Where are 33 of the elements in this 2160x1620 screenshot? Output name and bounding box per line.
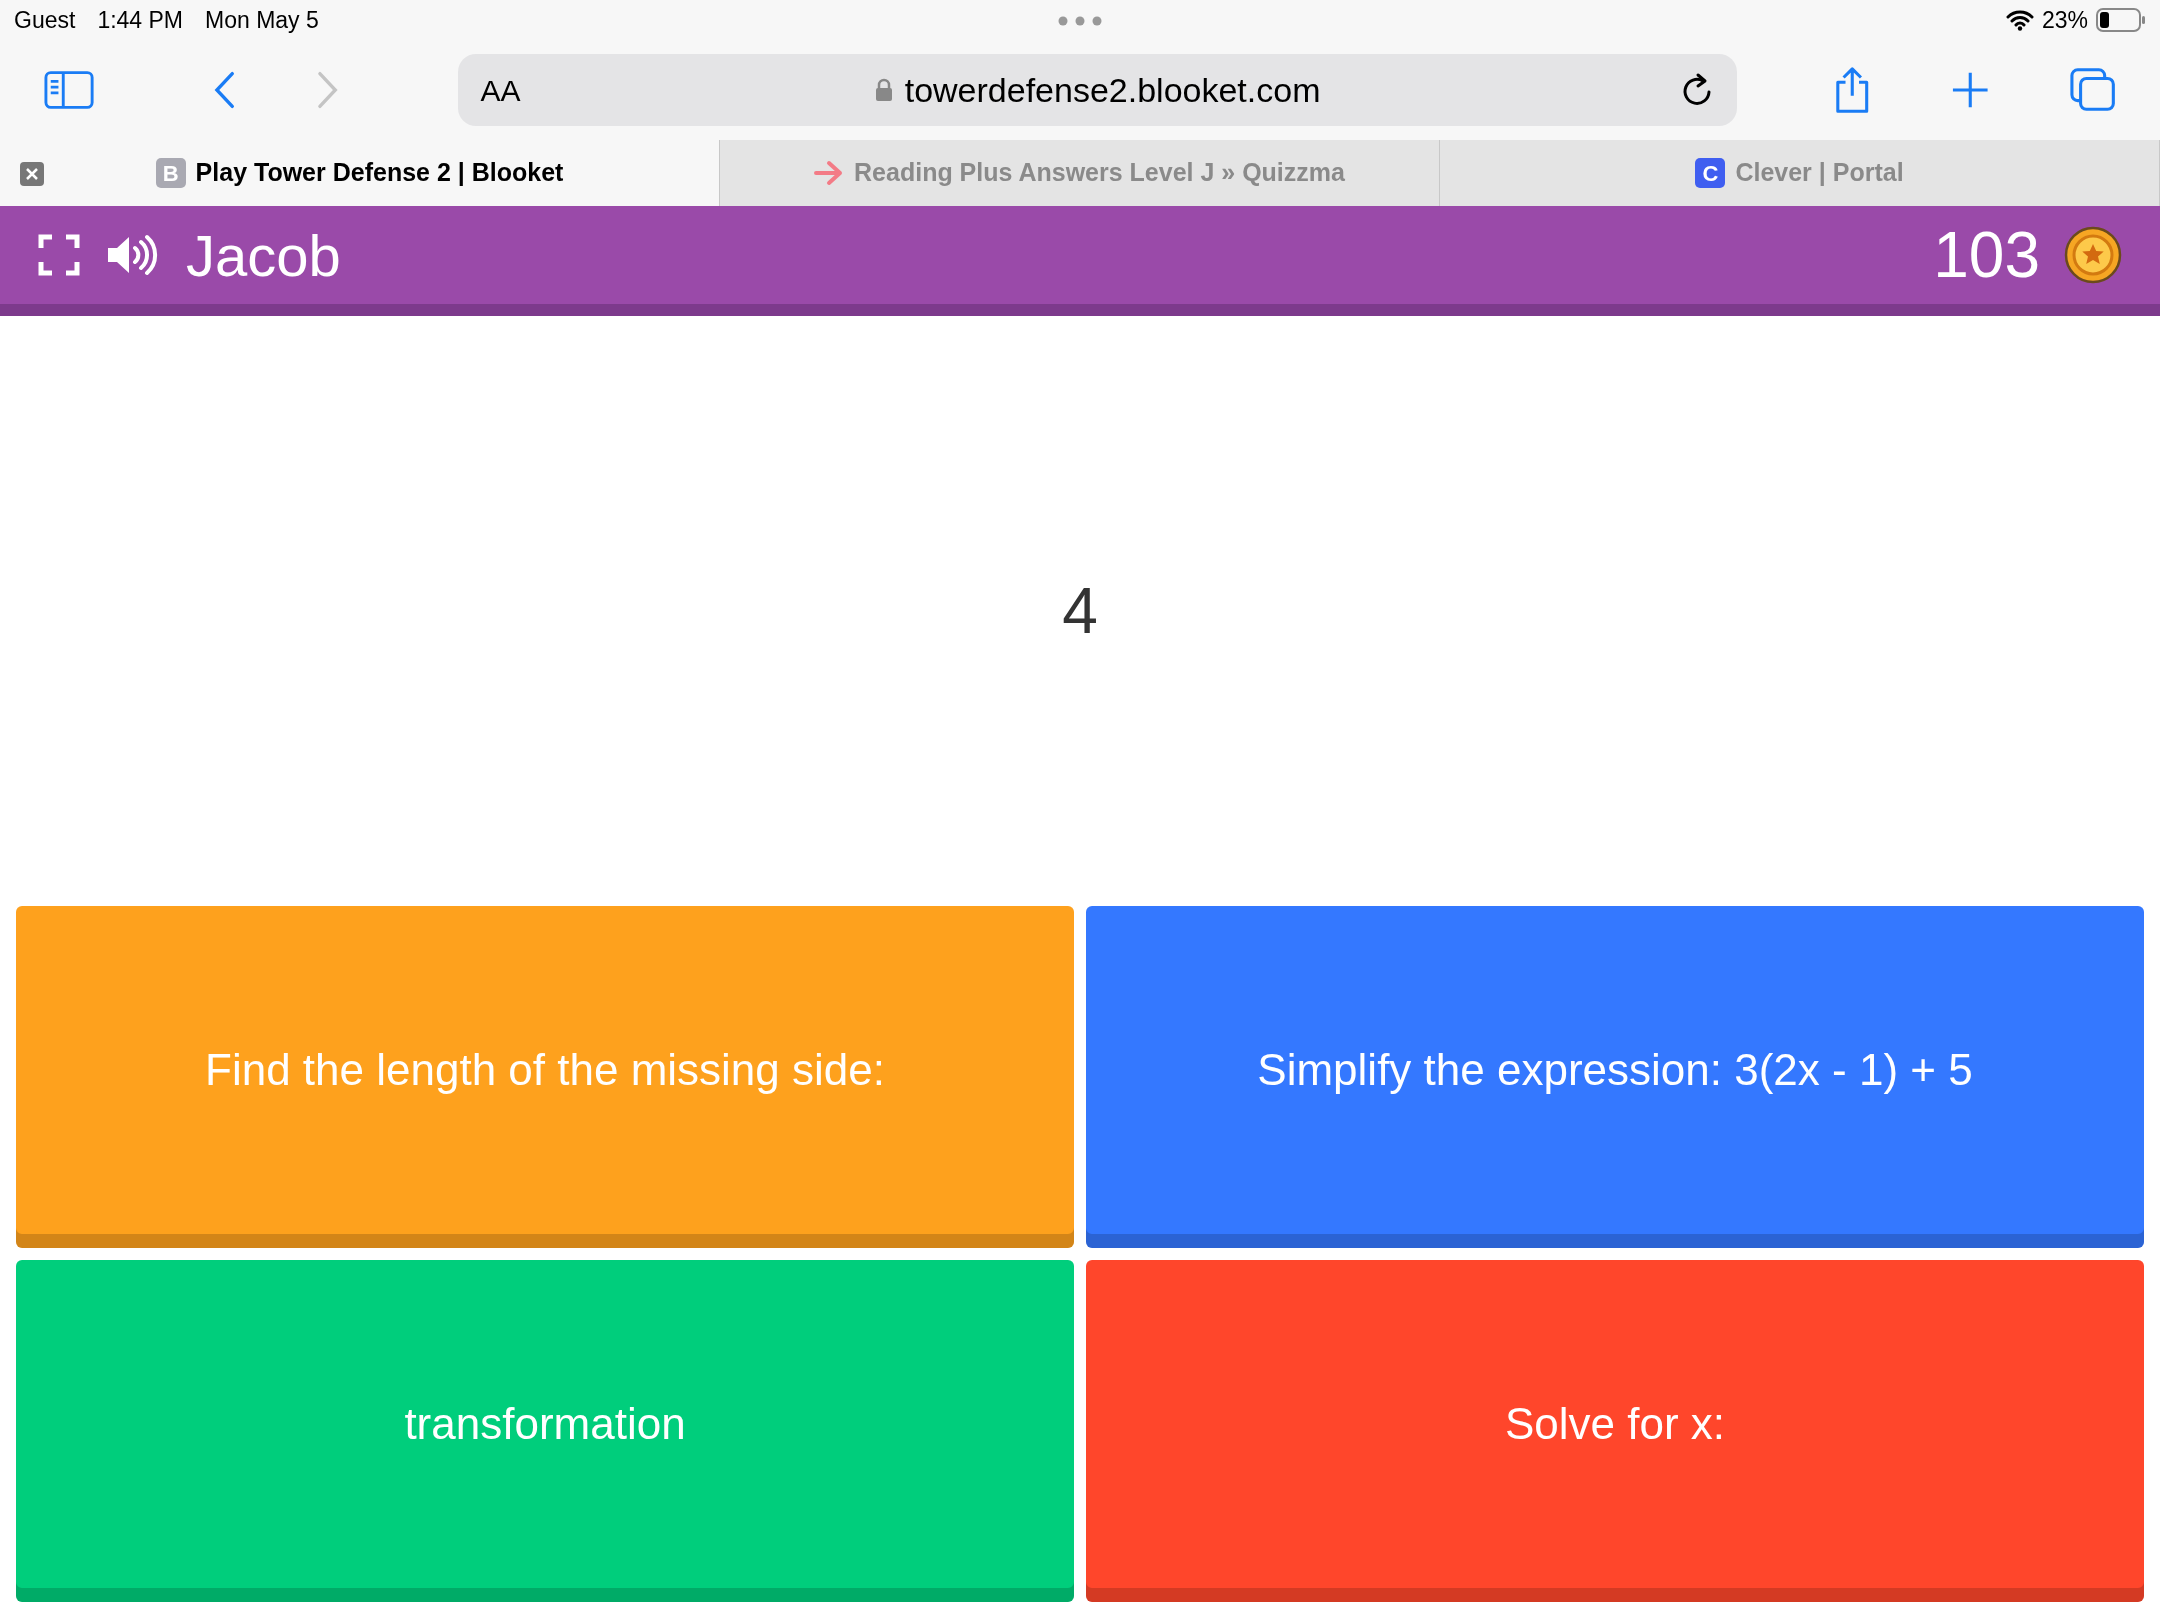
close-icon[interactable]	[20, 162, 44, 186]
tabs-overview-icon[interactable]	[2069, 67, 2116, 113]
answer-button[interactable]: Simplify the expression: 3(2x - 1) + 5	[1086, 906, 2144, 1248]
arrow-icon	[814, 160, 845, 186]
back-icon[interactable]	[214, 70, 236, 110]
status-time: 1:44 PM	[97, 5, 184, 35]
lock-icon	[874, 78, 893, 102]
tab-title: Play Tower Defense 2 | Blooket	[195, 157, 564, 189]
tab-title: Clever | Portal	[1735, 157, 1904, 189]
player-name: Jacob	[186, 221, 341, 290]
more-dots-icon	[1058, 16, 1102, 26]
tab-title: Reading Plus Answers Level J » Quizzma	[854, 157, 1345, 189]
sidebar-icon[interactable]	[44, 70, 95, 110]
wifi-icon	[2005, 9, 2034, 31]
address-bar[interactable]: AA towerdefense2.blooket.com	[458, 54, 1737, 126]
plus-icon[interactable]	[1951, 70, 1990, 110]
text-size-button[interactable]: AA	[480, 67, 521, 113]
url-text: towerdefense2.blooket.com	[904, 69, 1321, 111]
coin-icon	[2064, 226, 2122, 284]
battery-percent: 23%	[2041, 5, 2088, 35]
status-user: Guest	[14, 5, 76, 35]
fullscreen-icon[interactable]	[38, 234, 80, 276]
tab-favicon-icon: C	[1695, 158, 1726, 188]
speaker-icon[interactable]	[106, 233, 158, 277]
answer-button[interactable]: Solve for x:	[1086, 1260, 2144, 1602]
coin-count: 103	[1933, 218, 2040, 293]
answer-button[interactable]: Find the length of the missing side:	[16, 906, 1074, 1248]
question-text: 4	[1062, 574, 1098, 649]
browser-tab[interactable]: B Play Tower Defense 2 | Blooket	[0, 140, 720, 206]
battery-icon	[2096, 8, 2146, 32]
status-date: Mon May 5	[205, 5, 319, 35]
tab-favicon-icon: B	[155, 158, 186, 188]
answer-button[interactable]: transformation	[16, 1260, 1074, 1602]
